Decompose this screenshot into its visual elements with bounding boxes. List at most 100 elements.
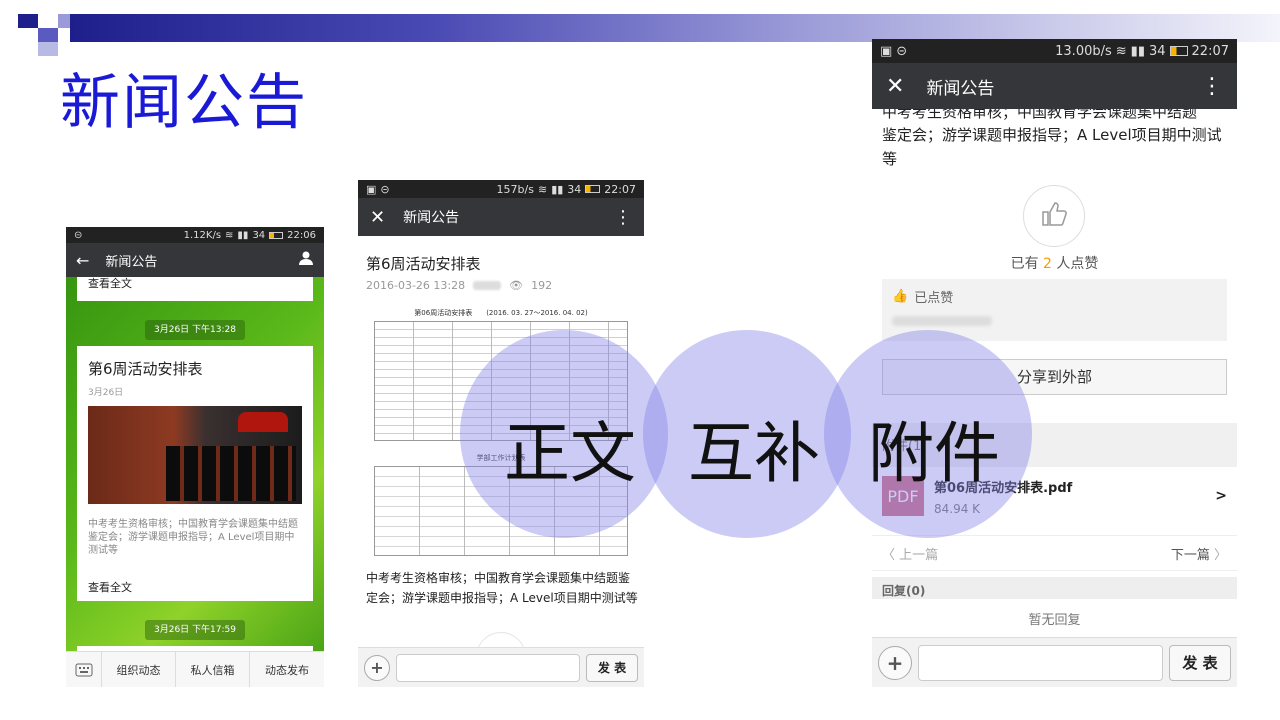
more-vertical-icon[interactable]: ⋮ xyxy=(614,207,632,228)
overlay-word-attachment: 附件 xyxy=(868,415,1000,492)
arrow-left-icon[interactable]: ← xyxy=(76,251,89,270)
plus-icon[interactable]: + xyxy=(364,654,390,681)
read-all-link[interactable]: 查看全文 xyxy=(88,579,302,595)
next-article-link[interactable]: 下一篇 〉 xyxy=(1171,544,1227,563)
more-vertical-icon[interactable]: ⋮ xyxy=(1201,74,1223,99)
bottom-menu: 组织动态 私人信箱 动态发布 xyxy=(66,651,324,687)
battery-icon xyxy=(585,185,601,193)
alarm-icon: ⊝ xyxy=(896,43,908,59)
menu-tab-org-news[interactable]: 组织动态 xyxy=(102,652,176,687)
building-windows xyxy=(166,446,296,501)
phone-news-list: ⊝ 1.12K/s ≋ ▮▮ 34 22:06 ← 新闻公告 查看全文 3月26… xyxy=(66,227,324,687)
network-speed: 157b/s xyxy=(496,182,534,196)
article-body: 中考考生资格审核；中国教育学会课题集中结题鉴定会；游学课题申报指导；A Leve… xyxy=(366,571,638,605)
thumbs-up-small-icon: 👍 xyxy=(892,289,909,304)
signal-icon: ▮▮ xyxy=(1130,43,1145,59)
clock: 22:07 xyxy=(604,182,636,196)
date-separator: 3月26日 下午17:59 xyxy=(145,620,245,640)
close-icon[interactable]: ✕ xyxy=(886,74,904,99)
reply-input[interactable] xyxy=(918,644,1163,681)
signal-icon: ▮▮ xyxy=(551,182,564,196)
menu-tab-private-mail[interactable]: 私人信箱 xyxy=(176,652,250,687)
clock: 22:06 xyxy=(287,229,316,241)
wifi-icon: ≋ xyxy=(225,229,234,241)
send-button[interactable]: 发 表 xyxy=(1169,644,1231,681)
pager: 〈 上一篇 下一篇 〉 xyxy=(872,535,1237,571)
card-date: 3月26日 xyxy=(88,388,124,398)
menu-tab-post[interactable]: 动态发布 xyxy=(250,652,324,687)
thumbs-up-icon xyxy=(1039,199,1069,233)
reply-count: 回复(0) xyxy=(882,584,926,598)
nav-bar: ← 新闻公告 xyxy=(66,243,324,277)
overlay-word-complement: 互补 xyxy=(688,415,820,492)
liked-label-row: 👍 已点赞 xyxy=(892,287,1217,306)
like-button[interactable] xyxy=(1023,185,1085,247)
status-bar: ▣ ⊝ 13.00b/s ≋ ▮▮ 34 22:07 xyxy=(872,39,1237,63)
signal-icon: ▮▮ xyxy=(237,229,249,241)
view-count: 192 xyxy=(531,279,553,292)
send-button[interactable]: 发 表 xyxy=(586,653,638,682)
red-banners xyxy=(238,412,288,432)
like-count-text: 已有 2 人点赞 xyxy=(872,253,1237,273)
table-title: 第06周活动安排表 (2016. 03. 27～2016. 04. 02) xyxy=(414,309,588,317)
battery-level: 34 xyxy=(567,182,582,196)
nav-title: 新闻公告 xyxy=(926,78,995,99)
reply-input[interactable] xyxy=(396,653,580,682)
news-card[interactable]: 第6周活动安排表 3月26日 中考考生资格审核；中国教育学会课题集中结题鉴定会；… xyxy=(77,346,313,601)
article-title: 第6周活动安排表 xyxy=(366,255,481,273)
battery-level: 34 xyxy=(1148,43,1166,59)
reply-compose: + 发 表 xyxy=(872,637,1237,687)
like-suffix: 人点赞 xyxy=(1051,256,1099,272)
like-prefix: 已有 xyxy=(1010,256,1044,272)
chevron-left-icon: 〈 xyxy=(882,547,900,563)
liked-users-blurred xyxy=(892,316,992,326)
chevron-right-icon: > xyxy=(1215,488,1227,504)
wifi-icon: ≋ xyxy=(537,182,548,196)
like-count: 2 xyxy=(1043,256,1052,272)
image-icon: ▣ xyxy=(880,43,893,59)
prev-article-link[interactable]: 〈 上一篇 xyxy=(882,544,938,563)
nav-bar: ✕ 新闻公告 ⋮ xyxy=(872,63,1237,109)
card-prev: 查看全文 xyxy=(77,277,313,301)
overlay-word-main-text: 正文 xyxy=(504,415,636,492)
nav-title: 新闻公告 xyxy=(105,254,158,270)
author-blurred xyxy=(473,281,502,290)
close-icon[interactable]: ✕ xyxy=(370,207,385,228)
article-body: 鉴定会；游学课题申报指导；A Level项目期中测试等 xyxy=(882,126,1222,168)
header-square xyxy=(18,14,38,28)
battery-level: 34 xyxy=(252,229,266,241)
next-label: 下一篇 xyxy=(1170,547,1210,563)
header-square xyxy=(38,28,58,42)
reply-compose: + 发 表 xyxy=(358,647,644,687)
article-meta: 2016-03-26 13:28 👁 192 xyxy=(366,279,552,292)
network-speed: 1.12K/s xyxy=(183,229,222,241)
image-icon: ▣ xyxy=(366,182,377,196)
chevron-right-icon: 〉 xyxy=(1209,547,1227,563)
card-image xyxy=(88,406,302,504)
user-icon[interactable] xyxy=(298,250,314,270)
header-bar xyxy=(70,14,1280,42)
date-separator: 3月26日 下午13:28 xyxy=(145,320,245,340)
card-summary: 中考考生资格审核；中国教育学会课题集中结题鉴定会；游学课题申报指导；A Leve… xyxy=(88,519,298,556)
plus-icon[interactable]: + xyxy=(878,645,912,680)
nav-title: 新闻公告 xyxy=(403,210,460,226)
status-bar: ⊝ 1.12K/s ≋ ▮▮ 34 22:06 xyxy=(66,227,324,243)
header-square xyxy=(38,42,58,56)
read-all-link[interactable]: 查看全文 xyxy=(88,277,302,291)
wifi-icon: ≋ xyxy=(1115,43,1127,59)
reply-header: 回复(0) xyxy=(872,577,1237,599)
keyboard-icon[interactable] xyxy=(66,652,102,687)
liked-label: 已点赞 xyxy=(914,291,954,306)
card-title: 第6周活动安排表 xyxy=(88,360,203,378)
battery-icon xyxy=(1169,46,1188,56)
article-datetime: 2016-03-26 13:28 xyxy=(366,279,466,292)
nav-bar: ✕ 新闻公告 ⋮ xyxy=(358,198,644,236)
network-speed: 13.00b/s xyxy=(1055,43,1112,59)
slide-title: 新闻公告 xyxy=(60,68,308,138)
status-bar: ▣ ⊝ 157b/s ≋ ▮▮ 34 22:07 xyxy=(358,180,644,198)
no-reply-text: 暂无回复 xyxy=(1028,613,1081,628)
battery-icon xyxy=(269,231,284,239)
alarm-icon: ⊝ xyxy=(74,229,83,241)
prev-label: 上一篇 xyxy=(899,547,939,563)
alarm-icon: ⊝ xyxy=(380,182,390,196)
